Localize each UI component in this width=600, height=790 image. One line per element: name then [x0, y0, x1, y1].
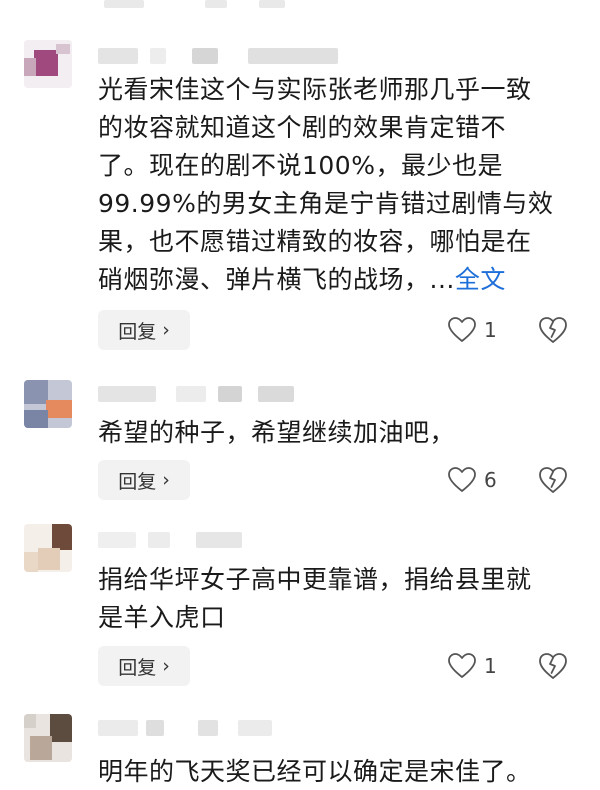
comment-line: 明年的飞天奖已经可以确定是宋佳了。 [98, 757, 532, 786]
comment-item: 明年的飞天奖已经可以确定是宋佳了。 [0, 0, 600, 790]
comment-feed: 光看宋佳这个与实际张老师那几乎一致 的妆容就知道这个剧的效果肯定错不 了。现在的… [0, 0, 600, 790]
comment-text: 明年的飞天奖已经可以确定是宋佳了。 [98, 753, 568, 790]
avatar[interactable] [24, 714, 72, 762]
username-blurred[interactable] [98, 716, 398, 738]
